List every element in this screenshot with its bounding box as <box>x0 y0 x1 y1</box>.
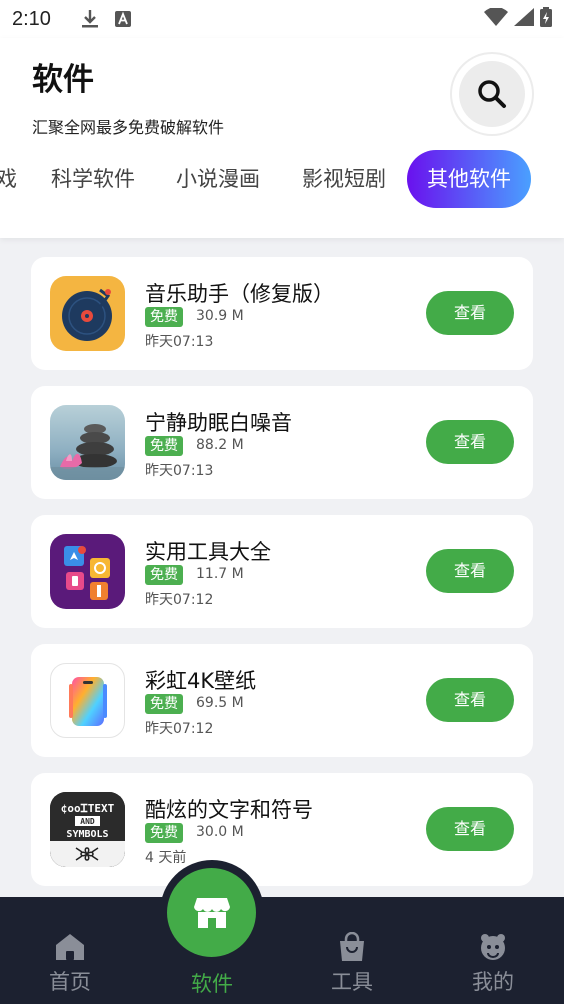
app-name: 宁静助眠白噪音 <box>145 411 292 435</box>
list-item[interactable]: ¢ooᏆTEXT AND SYMBOLS 酷炫的文字和符号 免费 30.0 M … <box>31 773 533 886</box>
bag-icon <box>340 932 364 961</box>
tab-film-shorts[interactable]: 影视短剧 <box>302 150 386 208</box>
app-name: 彩虹4K壁纸 <box>145 669 257 693</box>
tab-novels-comics[interactable]: 小说漫画 <box>176 150 260 208</box>
icon-text-line-2: AND <box>80 817 95 826</box>
list-item[interactable]: 音乐助手（修复版） 免费 30.9 M 昨天07:13 查看 <box>31 257 533 370</box>
status-time: 2:10 <box>12 7 51 30</box>
nav-home[interactable]: 首页 <box>30 932 110 996</box>
free-badge: 免费 <box>145 565 183 585</box>
header: 软件 汇聚全网最多免费破解软件 戏 科学软件 小说漫画 影视短剧 其他软件 <box>0 38 564 238</box>
list-item[interactable]: 宁静助眠白噪音 免费 88.2 M 昨天07:13 查看 <box>31 386 533 499</box>
view-button[interactable]: 查看 <box>426 291 514 335</box>
app-size: 11.7 M <box>196 566 244 582</box>
nav-tools-label: 工具 <box>331 970 373 994</box>
app-size: 30.9 M <box>196 308 244 324</box>
view-button[interactable]: 查看 <box>426 678 514 722</box>
signal-icon <box>514 8 534 30</box>
icon-text-line-1: ¢ooᏆTEXT <box>61 802 115 815</box>
view-button[interactable]: 查看 <box>426 549 514 593</box>
nav-tools[interactable]: 工具 <box>312 932 392 996</box>
battery-charging-icon <box>540 7 552 31</box>
nav-profile-label: 我的 <box>472 970 514 994</box>
app-size: 88.2 M <box>196 437 244 453</box>
tab-games-partial[interactable]: 戏 <box>0 150 17 208</box>
home-icon <box>56 934 84 960</box>
app-time: 昨天07:13 <box>145 334 214 350</box>
rainbow-phone-icon <box>50 663 125 738</box>
tab-other-software[interactable]: 其他软件 <box>407 150 531 208</box>
toolbox-icon <box>50 534 125 609</box>
profile-icon <box>481 934 505 960</box>
page-subtitle: 汇聚全网最多免费破解软件 <box>32 118 225 137</box>
app-time: 昨天07:13 <box>145 463 214 479</box>
nav-software[interactable]: 软件 <box>172 932 252 998</box>
music-disc-icon <box>50 276 125 351</box>
store-icon <box>193 897 230 928</box>
app-name: 音乐助手（修复版） <box>145 282 334 306</box>
app-size: 69.5 M <box>196 695 244 711</box>
free-badge: 免费 <box>145 694 183 714</box>
view-button[interactable]: 查看 <box>426 420 514 464</box>
zen-stones-icon <box>50 405 125 480</box>
app-name: 酷炫的文字和符号 <box>145 798 313 822</box>
wifi-icon <box>484 7 508 30</box>
list-item[interactable]: 实用工具大全 免费 11.7 M 昨天07:12 查看 <box>31 515 533 628</box>
category-tabs: 戏 科学软件 小说漫画 影视短剧 其他软件 <box>0 150 564 208</box>
nav-software-label: 软件 <box>191 972 233 996</box>
tab-science-software[interactable]: 科学软件 <box>51 150 135 208</box>
search-icon <box>478 80 506 108</box>
app-time: 昨天07:12 <box>145 721 214 737</box>
app-name: 实用工具大全 <box>145 540 271 564</box>
nav-home-label: 首页 <box>49 970 91 994</box>
font-icon <box>114 11 131 27</box>
free-badge: 免费 <box>145 307 183 327</box>
icon-text-line-3: SYMBOLS <box>66 829 108 840</box>
nav-profile[interactable]: 我的 <box>453 932 533 996</box>
cool-text-icon: ¢ooᏆTEXT AND SYMBOLS <box>50 792 125 867</box>
view-button[interactable]: 查看 <box>426 807 514 851</box>
list-item[interactable]: 彩虹4K壁纸 免费 69.5 M 昨天07:12 查看 <box>31 644 533 757</box>
app-time: 昨天07:12 <box>145 592 214 608</box>
app-size: 30.0 M <box>196 824 244 840</box>
download-icon <box>81 9 99 29</box>
status-bar: 2:10 <box>0 0 564 38</box>
search-button[interactable] <box>452 54 532 134</box>
free-badge: 免费 <box>145 823 183 843</box>
app-time: 4 天前 <box>145 850 187 866</box>
app-list: 音乐助手（修复版） 免费 30.9 M 昨天07:13 查看 宁静助眠白噪音 免… <box>31 257 533 902</box>
page-title: 软件 <box>32 62 94 98</box>
free-badge: 免费 <box>145 436 183 456</box>
